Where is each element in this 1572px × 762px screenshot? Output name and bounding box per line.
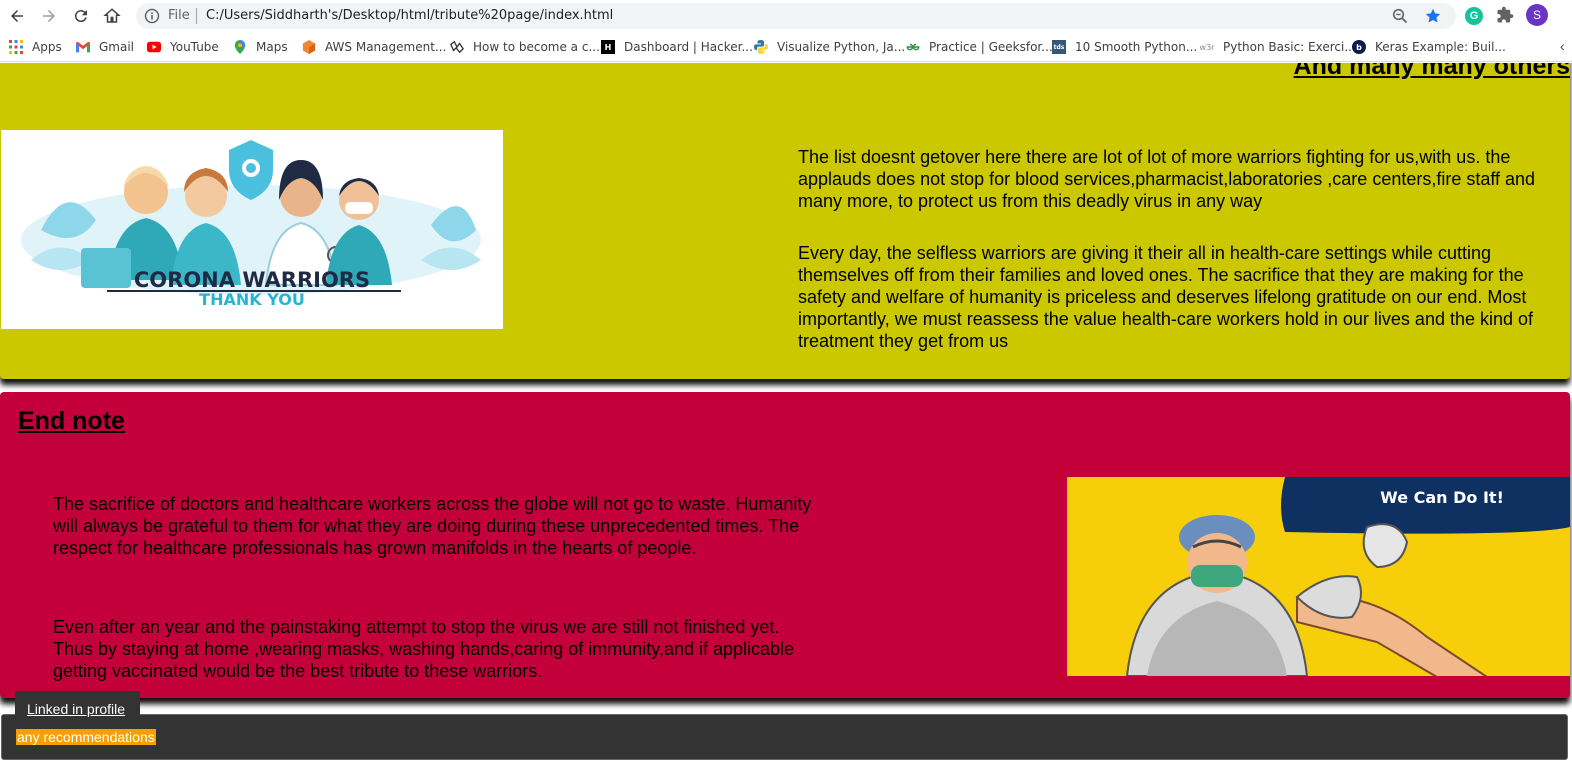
page-viewport: And many many others CORONA WARRIORS THA… xyxy=(0,63,1572,762)
home-button[interactable] xyxy=(100,4,124,28)
we-can-do-it-image: We Can Do It! xyxy=(1067,477,1570,676)
corona-warriors-image: CORONA WARRIORS THANK YOU xyxy=(1,130,503,329)
extensions-puzzle-icon[interactable] xyxy=(1496,6,1514,24)
bookmark-label: How to become a c... xyxy=(473,40,600,54)
other-warriors-paragraph: The list doesnt getover here there are l… xyxy=(798,147,1536,211)
back-button[interactable] xyxy=(5,4,29,28)
linkedin-link-box: Linked in profile xyxy=(15,691,140,721)
recommendations-text: any recommendations xyxy=(16,729,156,745)
bookmark-geeksforgeeks[interactable]: Practice | Geeksfor... xyxy=(906,39,1053,55)
profile-avatar[interactable]: S xyxy=(1526,4,1548,26)
tds-icon: tds xyxy=(1052,40,1066,54)
tribute-paragraph: Even after an year and the painstaking a… xyxy=(53,617,795,681)
bookmark-label: AWS Management... xyxy=(325,40,447,54)
address-url[interactable]: C:/Users/Siddharth's/Desktop/html/tribut… xyxy=(206,8,613,23)
bookmark-label: Maps xyxy=(256,40,288,54)
linkedin-profile-link[interactable]: Linked in profile xyxy=(27,701,125,717)
gfg-icon xyxy=(906,43,920,51)
bookmark-apps[interactable]: Apps xyxy=(9,39,62,55)
bookmark-label: Keras Example: Buil... xyxy=(1375,40,1506,54)
bookmark-label: Dashboard | Hacker... xyxy=(624,40,753,54)
reload-button[interactable] xyxy=(69,4,93,28)
corona-warriors-illustration: CORONA WARRIORS THANK YOU xyxy=(1,130,503,329)
bookmark-smooth-python[interactable]: tds 10 Smooth Python... xyxy=(1052,39,1197,55)
bookmark-label: Gmail xyxy=(99,40,135,54)
grammarly-extension-icon[interactable]: G xyxy=(1465,7,1483,25)
zoom-icon[interactable] xyxy=(1392,8,1408,24)
bookmark-label: YouTube xyxy=(170,40,219,54)
bookmark-keras[interactable]: b Keras Example: Buil... xyxy=(1352,39,1506,55)
section-heading: End note xyxy=(18,407,125,435)
bookmark-label: Python Basic: Exerci... xyxy=(1223,40,1356,54)
back-arrow-icon xyxy=(11,10,23,22)
bookmark-gmail[interactable]: Gmail xyxy=(76,39,134,55)
browser-toolbar: File C:/Users/Siddharth's/Desktop/html/t… xyxy=(0,0,1572,32)
bookmark-hackerrank[interactable]: H Dashboard | Hacker... xyxy=(601,39,753,55)
bookmark-label: Visualize Python, Ja... xyxy=(777,40,906,54)
wave-icon xyxy=(450,40,464,54)
bookmark-aws[interactable]: AWS Management... xyxy=(302,39,446,55)
bookmark-become[interactable]: How to become a c... xyxy=(450,39,600,55)
bookmark-visualize-python[interactable]: Visualize Python, Ja... xyxy=(754,39,905,55)
bookmarks-bar: Apps Gmail YouTube Maps AWS Management..… xyxy=(0,32,1572,62)
bookmark-label: Practice | Geeksfor... xyxy=(929,40,1053,54)
home-icon xyxy=(103,8,121,23)
youtube-icon xyxy=(147,41,161,53)
end-note-section: End note The sacrifice of doctors and he… xyxy=(0,392,1570,698)
image-slogan-text: We Can Do It! xyxy=(1380,488,1504,507)
bookmark-maps[interactable]: Maps xyxy=(233,39,288,55)
image-subtitle-text: THANK YOU xyxy=(199,290,305,309)
selfless-warriors-paragraph: Every day, the selfless warriors are giv… xyxy=(798,243,1534,351)
address-bar[interactable]: File C:/Users/Siddharth's/Desktop/html/t… xyxy=(136,3,1456,29)
bookmark-label: Apps xyxy=(32,40,62,54)
section-heading: And many many others xyxy=(1293,63,1570,80)
footer-bar: any recommendations xyxy=(1,714,1568,760)
b-icon: b xyxy=(1352,40,1366,54)
w3r-icon: w3r xyxy=(1199,42,1215,52)
apps-grid-icon xyxy=(9,40,23,54)
sacrifice-paragraph: The sacrifice of doctors and healthcare … xyxy=(53,494,812,558)
other-warriors-section: And many many others CORONA WARRIORS THA… xyxy=(0,63,1570,379)
maps-icon xyxy=(234,40,246,54)
address-divider xyxy=(196,8,197,24)
forward-arrow-icon xyxy=(43,10,55,22)
hackerrank-icon: H xyxy=(601,40,615,54)
forward-button[interactable] xyxy=(37,4,61,28)
bookmark-star-icon[interactable] xyxy=(1424,7,1442,25)
bookmark-python-basic[interactable]: w3r Python Basic: Exerci... xyxy=(1200,39,1356,55)
gmail-icon xyxy=(76,41,90,53)
address-scheme-label: File xyxy=(168,8,190,23)
we-can-do-it-illustration: We Can Do It! xyxy=(1067,477,1570,676)
python-icon xyxy=(754,40,768,54)
bookmark-label: 10 Smooth Python... xyxy=(1075,40,1198,54)
site-info-icon[interactable] xyxy=(144,8,160,24)
image-title-text: CORONA WARRIORS xyxy=(134,268,370,292)
bookmark-youtube[interactable]: YouTube xyxy=(147,39,219,55)
bookmarks-overflow-chevron-icon[interactable]: ‹ xyxy=(1560,38,1565,54)
reload-icon xyxy=(74,10,87,23)
aws-icon xyxy=(302,40,316,54)
